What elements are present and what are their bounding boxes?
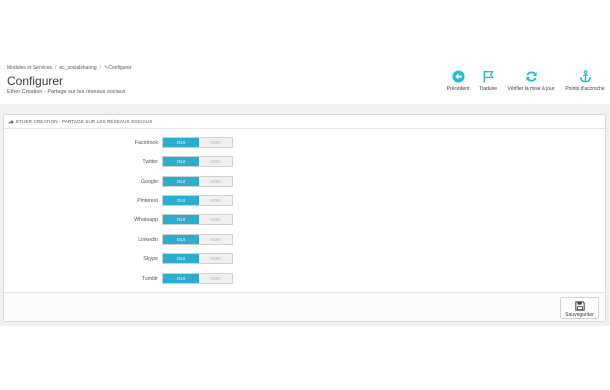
pinterest-toggle[interactable]: OUI NON [162,195,233,206]
toggle-on-option[interactable]: OUI [163,157,199,166]
save-button[interactable]: Sauvegarder [560,297,599,319]
setting-row-twitter: Twitter OUI NON [4,156,605,168]
setting-label: Google [140,179,158,185]
hooks-label: Points d'accroche [565,86,605,92]
setting-label: Whatsapp [134,217,158,223]
circle-arrow-left-icon [451,70,465,83]
toggle-off-option[interactable]: NON [199,254,232,263]
setting-row-facebook: Facebook OUI NON [4,137,605,149]
toggle-on-option[interactable]: OUI [163,138,199,147]
save-label: Sauvegarder [565,312,594,318]
setting-label: Tumblr [141,276,158,282]
translate-label: Traduire [478,86,498,92]
toggle-off-option[interactable]: NON [199,196,232,205]
setting-row-skype: Skype OUI NON [4,253,605,265]
panel-heading: ETHER CREATION - PARTAGE SUR LES RÉSEAUX… [4,115,605,129]
toggle-on-option[interactable]: OUI [163,215,199,224]
panel-footer: Sauvegarder [4,292,605,321]
check-update-button[interactable]: Vérifier la mise à jour [502,70,560,98]
setting-label: Skype [143,256,158,262]
flag-icon [483,70,493,83]
anchor-icon [579,70,591,83]
setting-label: Pinterest [137,198,158,204]
skype-toggle[interactable]: OUI NON [162,253,233,264]
setting-row-pinterest: Pinterest OUI NON [4,195,605,207]
facebook-toggle[interactable]: OUI NON [162,137,233,148]
breadcrumb-item-current: Configurer [108,65,132,71]
toggle-on-option[interactable]: OUI [163,196,199,205]
toggle-on-option[interactable]: OUI [163,254,199,263]
toggle-on-option[interactable]: OUI [163,235,199,244]
toggle-off-option[interactable]: NON [199,157,232,166]
floppy-disk-icon [574,301,585,311]
panel-title: ETHER CREATION - PARTAGE SUR LES RÉSEAUX… [16,119,153,124]
setting-row-tumblr: Tumblr OUI NON [4,273,605,285]
toggle-on-option[interactable]: OUI [163,177,199,186]
previous-button[interactable]: Précédent [441,70,475,98]
breadcrumb: Modules et Services / ec_socialsharing / ✎Co… [7,65,132,71]
breadcrumb-item-module[interactable]: ec_socialsharing [59,65,96,71]
tumblr-toggle[interactable]: OUI NON [162,273,233,284]
toggle-off-option[interactable]: NON [199,138,232,147]
breadcrumb-separator: / [55,65,57,71]
toggle-off-option[interactable]: NON [199,274,232,283]
setting-label: Linkedin [138,237,158,243]
toggle-on-option[interactable]: OUI [163,274,199,283]
setting-row-linkedin: Linkedin OUI NON [4,234,605,246]
setting-label: Twitter [142,159,158,165]
google-toggle[interactable]: OUI NON [162,176,233,187]
toggle-off-option[interactable]: NON [199,215,232,224]
setting-label: Facebook [134,140,158,146]
previous-label: Précédent [446,86,470,92]
linkedin-toggle[interactable]: OUI NON [162,234,233,245]
page-subtitle: Ether Creation - Partage sur les réseaux… [7,89,126,95]
share-icon [8,119,14,125]
toggle-off-option[interactable]: NON [199,177,232,186]
breadcrumb-separator: / [99,65,102,71]
breadcrumb-item-modules[interactable]: Modules et Services [7,65,52,71]
toggle-off-option[interactable]: NON [199,235,232,244]
settings-panel: ETHER CREATION - PARTAGE SUR LES RÉSEAUX… [3,114,606,322]
refresh-icon [525,71,537,82]
setting-row-google: Google OUI NON [4,176,605,188]
page-title: Configurer [7,74,64,88]
hooks-button[interactable]: Points d'accroche [562,70,608,98]
setting-row-whatsapp: Whatsapp OUI NON [4,214,605,226]
check-update-label: Vérifier la mise à jour [507,86,555,92]
whatsapp-toggle[interactable]: OUI NON [162,214,233,225]
translate-button[interactable]: Traduire [474,70,502,98]
twitter-toggle[interactable]: OUI NON [162,156,233,167]
